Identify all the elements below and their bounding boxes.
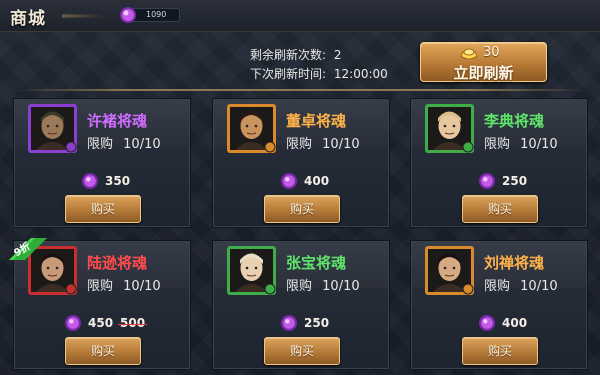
hero-portrait <box>425 246 474 295</box>
soul-gem-icon <box>118 5 138 25</box>
original-price: 500 <box>118 316 148 330</box>
refresh-remaining: 剩余刷新次数: 2 <box>250 46 342 63</box>
purchase-limit-label: 限购 <box>484 279 511 294</box>
refresh-next-label: 下次刷新时间: <box>250 67 327 81</box>
purchase-limit-value: 10/10 <box>520 137 558 152</box>
purchase-limit-label: 限购 <box>484 137 511 152</box>
purchase-limit-label: 限购 <box>286 279 313 294</box>
hero-portrait <box>425 104 474 153</box>
purchase-limit: 限购 10/10 <box>87 133 161 152</box>
currency-value: 1090 <box>146 10 167 19</box>
original-price-value: 500 <box>120 316 146 330</box>
item-card: 李典将魂 限购 10/10 250 购买 <box>411 99 587 227</box>
soul-gem-icon <box>280 314 298 332</box>
item-price: 350 <box>105 174 131 188</box>
discount-badge: 9折 <box>9 238 47 260</box>
refresh-next-time: 下次刷新时间: 12:00:00 <box>250 65 388 82</box>
item-price: 400 <box>502 316 528 330</box>
purchase-limit-value: 10/10 <box>123 279 161 294</box>
soul-gem-icon <box>478 314 496 332</box>
price-row: 250 <box>214 314 388 332</box>
title-decoration <box>62 14 104 18</box>
top-bar: 商城 1090 <box>0 0 600 32</box>
item-card: 张宝将魂 限购 10/10 250 购买 <box>213 241 389 369</box>
purchase-limit: 限购 10/10 <box>286 133 360 152</box>
buy-button[interactable]: 购买 <box>65 337 141 365</box>
purchase-limit: 限购 10/10 <box>286 275 360 294</box>
purchase-limit-label: 限购 <box>87 279 114 294</box>
item-price: 250 <box>304 316 330 330</box>
item-name: 陆逊将魂 <box>87 254 148 272</box>
item-card: 刘禅将魂 限购 10/10 400 购买 <box>411 241 587 369</box>
item-name: 董卓将魂 <box>286 112 347 130</box>
purchase-limit-label: 限购 <box>87 137 114 152</box>
item-card: 陆逊将魂 限购 10/10 450 500 购买 9折 <box>9 238 190 369</box>
item-name: 刘禅将魂 <box>484 254 545 272</box>
item-card: 许褚将魂 限购 10/10 350 购买 <box>14 99 190 227</box>
hero-portrait <box>227 246 276 295</box>
divider <box>14 89 586 91</box>
buy-button[interactable]: 购买 <box>65 195 141 223</box>
refresh-now-button[interactable]: 30 立即刷新 <box>420 42 547 82</box>
purchase-limit: 限购 10/10 <box>484 133 558 152</box>
strikethrough <box>118 324 148 325</box>
item-price: 400 <box>304 174 330 188</box>
purchase-limit: 限购 10/10 <box>87 275 161 294</box>
purchase-limit-value: 10/10 <box>520 279 558 294</box>
page-title: 商城 <box>10 9 46 29</box>
refresh-remaining-value: 2 <box>333 48 342 62</box>
soul-gem-icon <box>478 172 496 190</box>
item-price: 250 <box>502 174 528 188</box>
item-name: 许褚将魂 <box>87 112 148 130</box>
purchase-limit: 限购 10/10 <box>484 275 558 294</box>
buy-button[interactable]: 购买 <box>264 337 340 365</box>
purchase-limit-label: 限购 <box>286 137 313 152</box>
soul-gem-icon <box>81 172 99 190</box>
price-row: 400 <box>412 314 586 332</box>
buy-button[interactable]: 购买 <box>462 195 538 223</box>
item-name: 张宝将魂 <box>286 254 347 272</box>
item-card: 董卓将魂 限购 10/10 400 购买 <box>213 99 389 227</box>
item-name: 李典将魂 <box>484 112 545 130</box>
refresh-button-label: 立即刷新 <box>453 64 514 82</box>
item-price: 450 <box>88 316 114 330</box>
gold-ingot-icon <box>459 46 479 62</box>
price-row: 450 500 <box>15 314 189 332</box>
purchase-limit-value: 10/10 <box>123 137 161 152</box>
soul-gem-icon <box>280 172 298 190</box>
refresh-next-value: 12:00:00 <box>333 67 388 81</box>
price-row: 400 <box>214 172 388 190</box>
purchase-limit-value: 10/10 <box>322 137 360 152</box>
price-row: 250 <box>412 172 586 190</box>
refresh-cost: 30 <box>483 45 500 60</box>
refresh-remaining-label: 剩余刷新次数: <box>250 48 327 62</box>
buy-button[interactable]: 购买 <box>264 195 340 223</box>
purchase-limit-value: 10/10 <box>322 279 360 294</box>
hero-portrait <box>227 104 276 153</box>
soul-gem-icon <box>64 314 82 332</box>
hero-portrait <box>28 104 77 153</box>
price-row: 350 <box>15 172 189 190</box>
buy-button[interactable]: 购买 <box>462 337 538 365</box>
